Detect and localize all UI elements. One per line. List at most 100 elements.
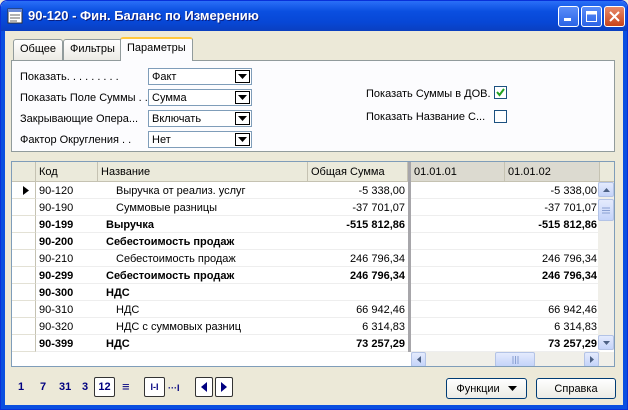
cell-period-1[interactable] (411, 267, 505, 284)
column-header-period-1[interactable]: 01.01.01 (411, 162, 505, 182)
row-selector[interactable] (12, 318, 36, 335)
cell-period-1[interactable] (411, 284, 505, 301)
cell-period-1[interactable] (411, 233, 505, 250)
cell-period-2[interactable]: -5 338,00 (505, 182, 600, 199)
cell-period-2[interactable]: 246 796,34 (505, 267, 600, 284)
cell-period-1[interactable] (411, 335, 505, 352)
cell-total[interactable]: 246 796,34 (308, 250, 408, 267)
view-net-change-button[interactable]: I-I (144, 377, 165, 397)
cell-code[interactable]: 90-299 (36, 267, 98, 284)
cell-period-1[interactable] (411, 199, 505, 216)
help-button[interactable]: Справка (536, 378, 616, 399)
period-year[interactable]: 12 (94, 377, 115, 397)
row-selector[interactable] (12, 233, 36, 250)
cell-code[interactable]: 90-200 (36, 233, 98, 250)
column-header-total[interactable]: Общая Сумма (308, 162, 408, 182)
period-day[interactable]: 1 (18, 381, 24, 393)
tab-filters[interactable]: Фильтры (63, 39, 122, 60)
cell-name[interactable]: Себестоимость продаж (98, 233, 308, 250)
cell-period-1[interactable] (411, 182, 505, 199)
tab-parameters[interactable]: Параметры (120, 37, 193, 61)
minimize-button[interactable] (558, 6, 579, 27)
cell-code[interactable]: 90-210 (36, 250, 98, 267)
cell-code[interactable]: 90-190 (36, 199, 98, 216)
row-selector[interactable] (12, 182, 36, 199)
cell-code[interactable]: 90-300 (36, 284, 98, 301)
cell-total[interactable]: 246 796,34 (308, 267, 408, 284)
balance-matrix[interactable]: Код Название Общая Сумма 01.01.01 01.01.… (11, 161, 615, 367)
cell-name[interactable]: НДС (98, 301, 308, 318)
cell-code[interactable]: 90-399 (36, 335, 98, 352)
cell-period-2[interactable] (505, 284, 600, 301)
next-period-button[interactable] (215, 377, 233, 397)
cell-name[interactable]: Суммовые разницы (98, 199, 308, 216)
scroll-left-button[interactable] (411, 352, 426, 366)
previous-period-button[interactable] (195, 377, 213, 397)
cell-name[interactable]: НДС (98, 335, 308, 352)
period-week[interactable]: 7 (40, 381, 46, 393)
cell-total[interactable]: 6 314,83 (308, 318, 408, 335)
chevron-down-icon[interactable] (235, 91, 250, 104)
column-header-period-2[interactable]: 01.01.02 (505, 162, 600, 182)
cell-period-1[interactable] (411, 301, 505, 318)
cell-period-1[interactable] (411, 318, 505, 335)
period-accounting[interactable]: ≡ (122, 379, 130, 394)
row-selector[interactable] (12, 199, 36, 216)
cell-period-2[interactable]: 73 257,29 (505, 335, 600, 352)
horizontal-scroll-thumb[interactable] (495, 352, 535, 366)
period-quarter[interactable]: 3 (82, 381, 88, 393)
cell-code[interactable]: 90-199 (36, 216, 98, 233)
cell-period-2[interactable]: 66 942,46 (505, 301, 600, 318)
cell-period-2[interactable]: -37 701,07 (505, 199, 600, 216)
row-selector[interactable] (12, 250, 36, 267)
functions-button[interactable]: Функции (446, 378, 527, 399)
scroll-right-button[interactable] (584, 352, 599, 366)
title-bar[interactable]: 90-120 - Фин. Баланс по Измерению (1, 1, 627, 31)
cell-total[interactable] (308, 233, 408, 250)
row-selector[interactable] (12, 335, 36, 352)
chevron-down-icon[interactable] (235, 112, 250, 125)
cell-total[interactable]: 73 257,29 (308, 335, 408, 352)
cell-period-1[interactable] (411, 216, 505, 233)
show-name-checkbox[interactable] (494, 110, 507, 123)
scroll-down-button[interactable] (598, 335, 614, 350)
cell-name[interactable]: Выручка от реализ. услуг (98, 182, 308, 199)
column-header-code[interactable]: Код (36, 162, 98, 182)
cell-period-2[interactable]: -515 812,86 (505, 216, 600, 233)
cell-name[interactable]: НДС (98, 284, 308, 301)
view-balance-button[interactable]: ···I (168, 383, 180, 393)
tab-general[interactable]: Общее (13, 39, 64, 60)
period-month[interactable]: 31 (59, 381, 71, 393)
row-selector[interactable] (12, 284, 36, 301)
horizontal-scrollbar[interactable] (411, 352, 614, 366)
closing-entries-combo[interactable]: Включать (148, 110, 252, 127)
cell-total[interactable]: -515 812,86 (308, 216, 408, 233)
cell-code[interactable]: 90-310 (36, 301, 98, 318)
column-header-name[interactable]: Название (98, 162, 308, 182)
rounding-factor-combo[interactable]: Нет (148, 131, 252, 148)
maximize-button[interactable] (581, 6, 602, 27)
cell-code[interactable]: 90-320 (36, 318, 98, 335)
cell-total[interactable]: 66 942,46 (308, 301, 408, 318)
cell-code[interactable]: 90-120 (36, 182, 98, 199)
cell-period-1[interactable] (411, 250, 505, 267)
close-button[interactable] (604, 6, 625, 27)
show-amounts-acy-checkbox[interactable] (494, 86, 507, 99)
cell-total[interactable]: -5 338,00 (308, 182, 408, 199)
cell-name[interactable]: Себестоимость продаж (98, 250, 308, 267)
amount-field-combo[interactable]: Сумма (148, 89, 252, 106)
cell-period-2[interactable] (505, 233, 600, 250)
scroll-up-button[interactable] (598, 182, 614, 197)
cell-name[interactable]: НДС с суммовых разниц (98, 318, 308, 335)
cell-period-2[interactable]: 6 314,83 (505, 318, 600, 335)
cell-period-2[interactable]: 246 796,34 (505, 250, 600, 267)
cell-name[interactable]: Себестоимость продаж (98, 267, 308, 284)
row-selector[interactable] (12, 216, 36, 233)
cell-total[interactable]: -37 701,07 (308, 199, 408, 216)
vertical-scroll-thumb[interactable] (598, 199, 614, 221)
chevron-down-icon[interactable] (235, 70, 250, 83)
cell-name[interactable]: Выручка (98, 216, 308, 233)
cell-total[interactable] (308, 284, 408, 301)
show-combo[interactable]: Факт (148, 68, 252, 85)
column-splitter[interactable] (408, 162, 411, 352)
